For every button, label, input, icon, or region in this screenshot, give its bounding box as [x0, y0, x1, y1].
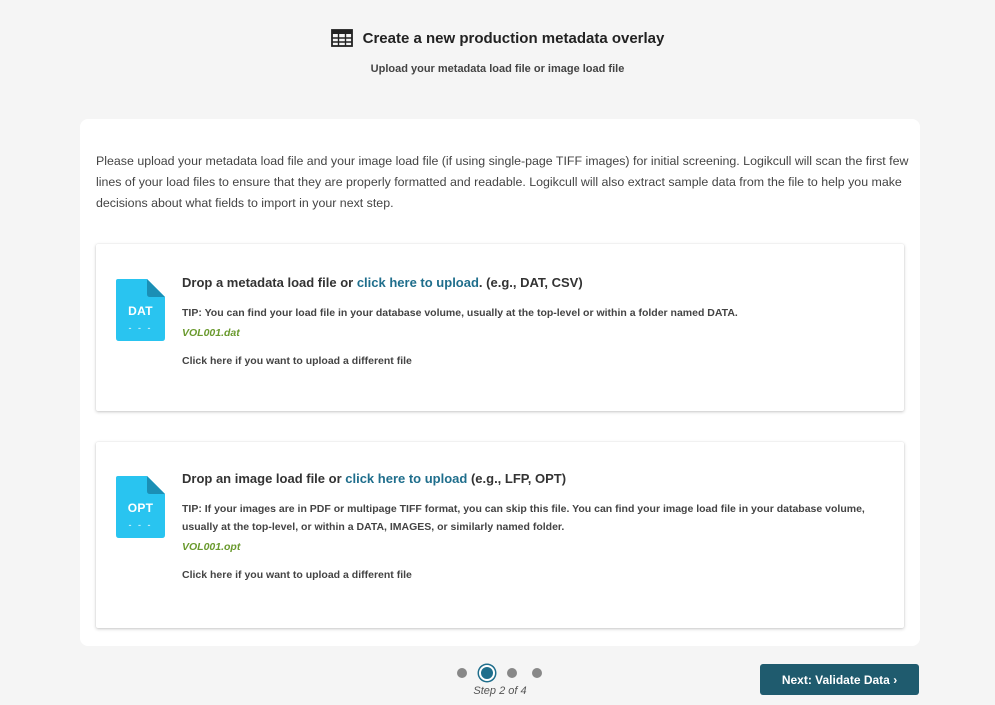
page-header: Create a new production metadata overlay… — [0, 29, 995, 75]
file-ext-label: DAT — [128, 304, 153, 318]
metadata-reupload-link[interactable]: Click here if you want to upload a diffe… — [182, 355, 888, 367]
image-upload-link[interactable]: click here to upload — [345, 471, 467, 486]
image-tip: TIP: If your images are in PDF or multip… — [182, 500, 888, 536]
title-row: Create a new production metadata overlay — [330, 29, 665, 47]
file-dashes: - - - — [128, 520, 153, 530]
metadata-filename: VOL001.dat — [182, 327, 240, 339]
table-grid-icon — [330, 29, 353, 47]
image-filename: VOL001.opt — [182, 541, 241, 553]
file-dashes: - - - — [128, 323, 153, 333]
tip-label: TIP: — [182, 307, 202, 319]
tip-label: TIP: — [182, 503, 202, 515]
image-reupload-link[interactable]: Click here if you want to upload a diffe… — [182, 569, 888, 581]
metadata-drop-zone[interactable]: DAT - - - Drop a metadata load file or c… — [96, 244, 904, 411]
tip-text: If your images are in PDF or multipage T… — [182, 503, 865, 533]
drop-prefix: Drop an image load file or — [182, 471, 346, 486]
page-subtitle: Upload your metadata load file or image … — [370, 63, 625, 75]
drop-suffix: . (e.g., DAT, CSV) — [478, 275, 583, 290]
step-label: Step 2 of 4 — [473, 685, 527, 697]
metadata-drop-instruction: Drop a metadata load file or click here … — [182, 275, 888, 290]
upload-card: Please upload your metadata load file an… — [80, 119, 920, 646]
intro-text: Please upload your metadata load file an… — [96, 154, 909, 210]
image-drop-content: Drop an image load file or click here to… — [182, 471, 888, 581]
metadata-drop-content: Drop a metadata load file or click here … — [182, 275, 888, 367]
tip-text: You can find your load file in your data… — [201, 307, 738, 319]
step-pager — [452, 662, 548, 682]
image-drop-zone[interactable]: OPT - - - Drop an image load file or cli… — [96, 442, 904, 628]
drop-suffix: (e.g., LFP, OPT) — [467, 471, 567, 486]
step-dot-4[interactable] — [532, 668, 542, 678]
file-icon: OPT - - - — [116, 476, 165, 538]
metadata-tip: TIP: You can find your load file in your… — [182, 304, 888, 322]
page-title: Create a new production metadata overlay — [362, 29, 665, 47]
step-dot-3[interactable] — [507, 668, 517, 678]
drop-prefix: Drop a metadata load file or — [182, 275, 357, 290]
file-icon: DAT - - - — [116, 279, 165, 341]
step-dot-1[interactable] — [457, 668, 467, 678]
image-drop-instruction: Drop an image load file or click here to… — [182, 471, 888, 486]
step-dot-2-active[interactable] — [479, 665, 495, 681]
metadata-upload-link[interactable]: click here to upload — [357, 275, 479, 290]
next-validate-button[interactable]: Next: Validate Data › — [760, 664, 919, 695]
file-ext-label: OPT — [127, 501, 154, 515]
